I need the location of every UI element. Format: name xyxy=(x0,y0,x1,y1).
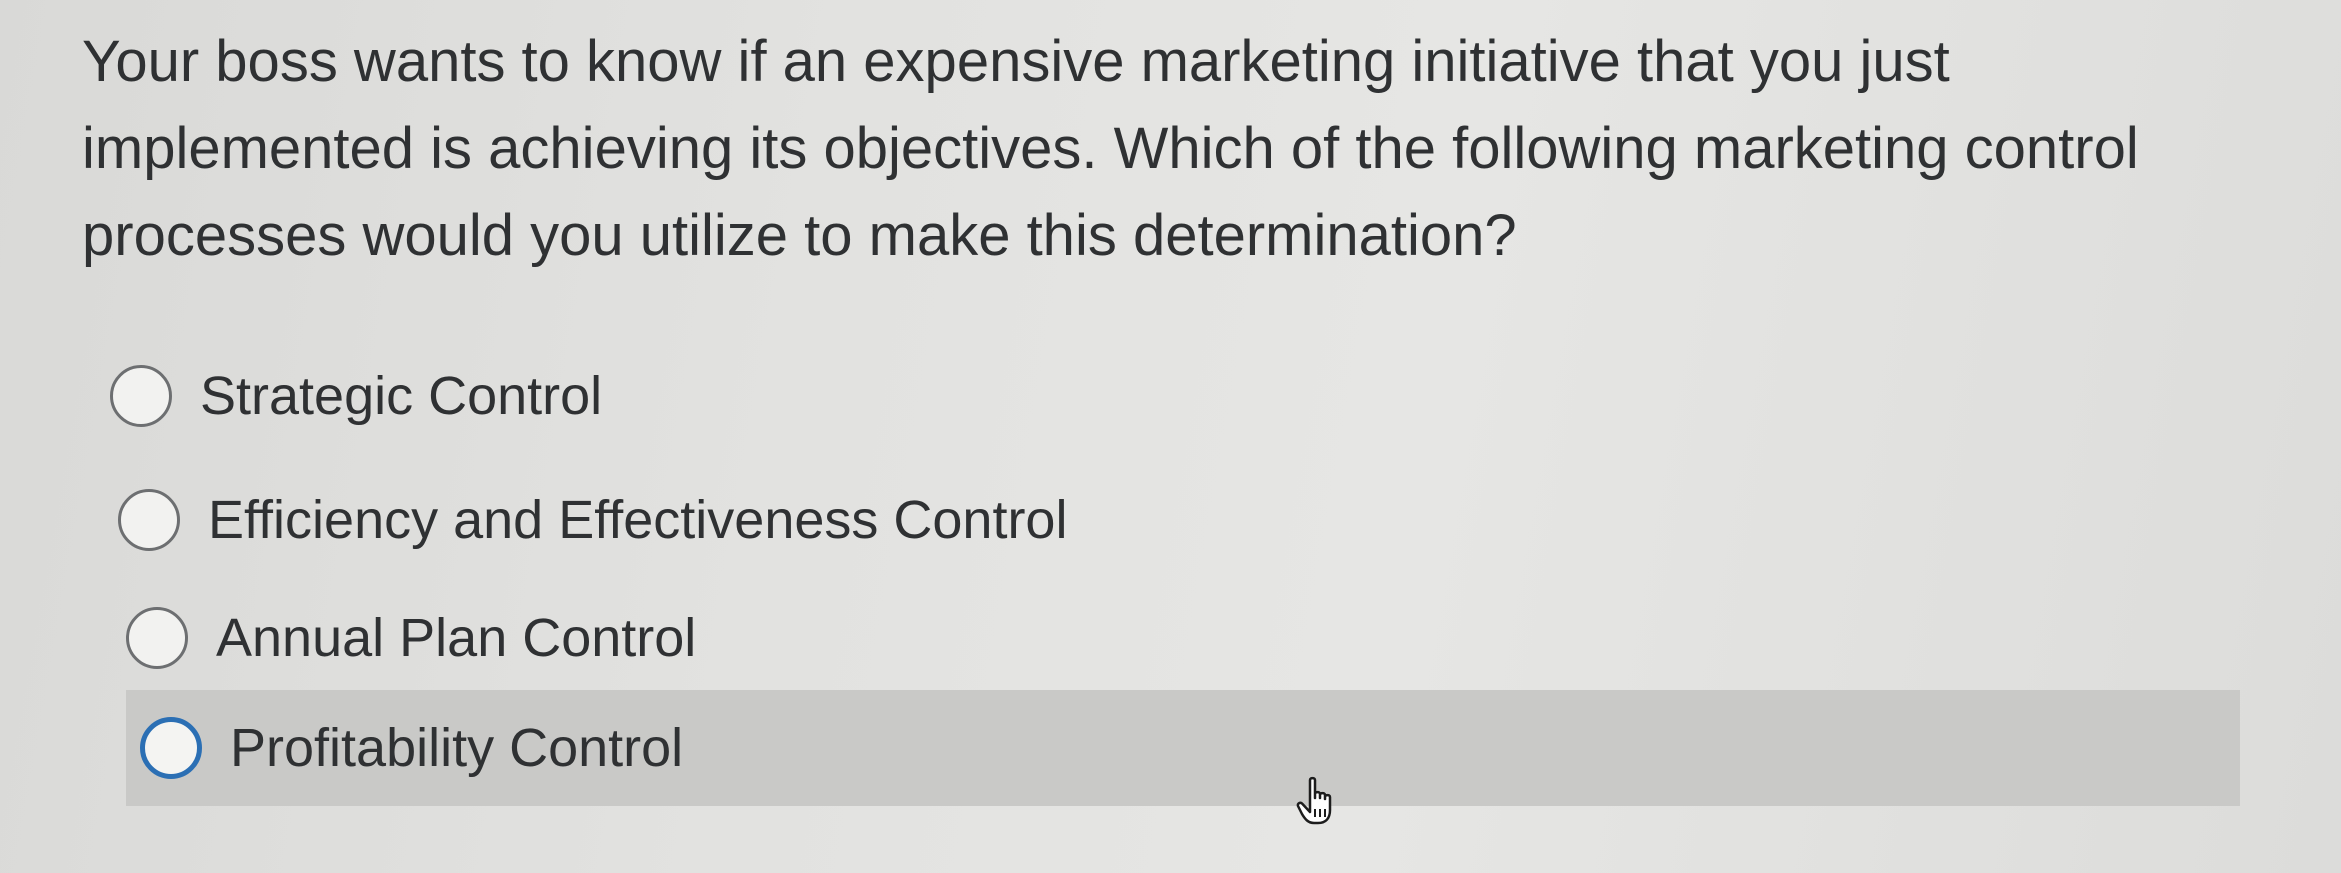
radio-button[interactable] xyxy=(140,717,202,779)
radio-button[interactable] xyxy=(126,607,188,669)
question-line: Your boss wants to know if an expensive … xyxy=(82,29,1950,94)
radio-button[interactable] xyxy=(118,489,180,551)
option-label: Profitability Control xyxy=(230,718,684,778)
option-profitability-control[interactable]: Profitability Control xyxy=(126,690,2240,806)
hand-pointer-icon xyxy=(1296,776,1332,825)
option-efficiency-and-effectiveness-control[interactable]: Efficiency and Effectiveness Control xyxy=(118,462,1318,578)
option-label: Strategic Control xyxy=(200,366,603,426)
option-annual-plan-control[interactable]: Annual Plan Control xyxy=(126,580,1026,696)
question-line: processes would you utilize to make this… xyxy=(82,203,1517,268)
option-label: Annual Plan Control xyxy=(216,608,697,668)
question-text: Your boss wants to know if an expensive … xyxy=(82,18,2242,279)
option-strategic-control[interactable]: Strategic Control xyxy=(110,338,810,454)
option-label: Efficiency and Effectiveness Control xyxy=(208,490,1068,550)
radio-button[interactable] xyxy=(110,365,172,427)
question-line: implemented is achieving its objectives.… xyxy=(82,116,2139,181)
